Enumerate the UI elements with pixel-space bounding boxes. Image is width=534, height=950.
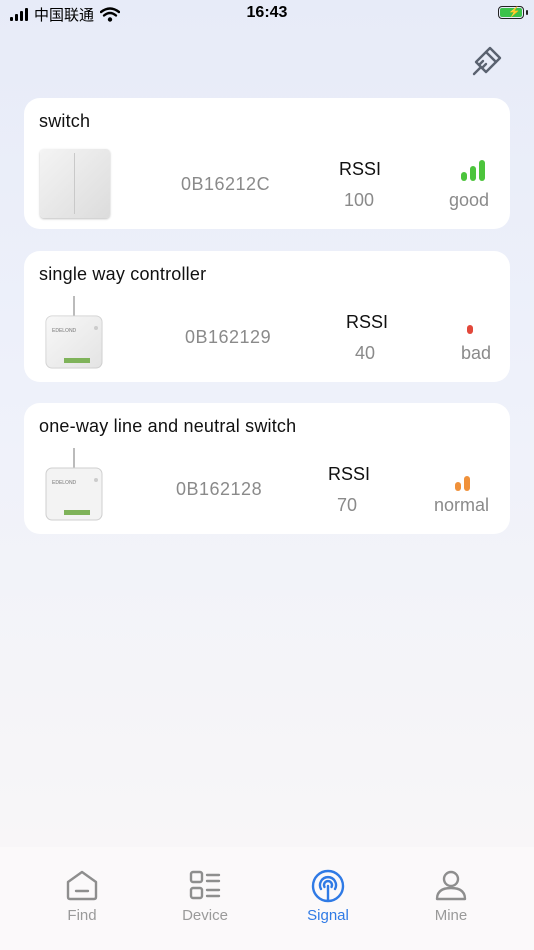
signal-quality: bad <box>461 343 492 363</box>
signal-good-icon <box>461 159 485 181</box>
wall-switch-image <box>40 149 110 218</box>
signal-quality: good <box>449 190 490 210</box>
device-name: one-way line and neutral switch <box>39 416 297 436</box>
controller-module-image: EDELOND <box>45 296 103 369</box>
tab-mine[interactable]: Mine <box>386 847 516 937</box>
person-icon <box>435 870 467 901</box>
tab-label: Mine <box>434 907 468 924</box>
device-list-icon <box>189 870 221 900</box>
brush-clean-icon[interactable] <box>470 44 504 78</box>
signal-bad-icon <box>467 312 473 334</box>
status-time: 16:43 <box>246 4 288 21</box>
status-bar: 中国联通 16:43 ⚡ <box>0 0 534 28</box>
module-brand-label: EDELOND <box>52 328 77 334</box>
device-id: 0B162128 <box>176 479 263 499</box>
device-name: switch <box>39 111 91 131</box>
tab-label: Device <box>182 907 228 924</box>
signal-quality: normal <box>434 495 490 515</box>
battery-charging-icon: ⚡ <box>498 6 528 19</box>
rssi-label: RSSI <box>346 312 389 332</box>
rssi-value: 70 <box>337 495 358 515</box>
tab-signal[interactable]: Signal <box>263 847 393 937</box>
device-card-one-way-switch[interactable]: one-way line and neutral switch EDELOND … <box>24 403 510 534</box>
rssi-label: RSSI <box>328 464 371 484</box>
tab-label: Signal <box>307 907 349 924</box>
device-id: 0B16212C <box>181 174 271 194</box>
module-brand-label: EDELOND <box>52 480 77 486</box>
device-card-switch[interactable]: switch 0B16212C RSSI 100 good <box>24 98 510 229</box>
home-icon <box>66 870 98 901</box>
bottom-tab-bar: Find Device Signal Mine <box>0 847 534 950</box>
tab-device[interactable]: Device <box>140 847 270 937</box>
signal-broadcast-icon <box>311 869 345 903</box>
tab-label: Find <box>67 907 97 924</box>
device-name: single way controller <box>39 264 207 284</box>
device-card-single-way-controller[interactable]: single way controller EDELOND 0B162129 R… <box>24 251 510 382</box>
rssi-label: RSSI <box>339 159 382 179</box>
rssi-value: 40 <box>355 343 376 363</box>
signal-normal-icon <box>455 469 470 491</box>
rssi-value: 100 <box>344 190 375 210</box>
device-id: 0B162129 <box>185 327 272 347</box>
tab-find[interactable]: Find <box>17 847 147 937</box>
controller-module-image: EDELOND <box>45 448 103 521</box>
